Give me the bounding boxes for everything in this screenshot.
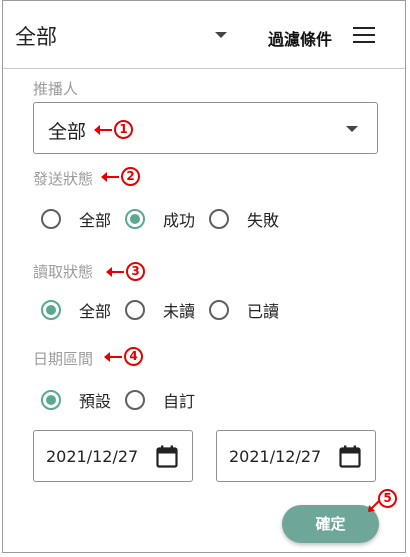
read-status-all-radio[interactable]: 全部	[41, 298, 111, 322]
start-date-value: 2021/12/27	[46, 447, 139, 466]
radio-checked-icon	[41, 300, 61, 320]
start-date-field[interactable]: 2021/12/27	[33, 430, 193, 482]
chevron-down-icon[interactable]	[215, 32, 227, 38]
arrow-left-icon	[101, 171, 119, 182]
radio-unchecked-icon	[209, 300, 230, 320]
marker-number: 2	[121, 167, 140, 186]
marker-number: 1	[114, 120, 133, 139]
end-date-value: 2021/12/27	[229, 447, 322, 466]
radio-label: 已讀	[247, 302, 280, 321]
radio-label: 預設	[79, 392, 112, 411]
date-range-custom-radio[interactable]: 自訂	[125, 388, 195, 412]
filter-panel: 全部 過濾條件 推播人 全部 1 發送狀態 2 全部 成功 失敗 讀取狀態 3 …	[2, 0, 406, 553]
arrow-left-icon	[106, 266, 124, 277]
pusher-label: 推播人	[33, 80, 79, 98]
arrow-left-icon	[104, 351, 122, 362]
calendar-icon[interactable]	[156, 445, 178, 468]
radio-label: 全部	[79, 302, 112, 321]
radio-label: 自訂	[163, 392, 196, 411]
radio-unchecked-icon	[125, 300, 146, 320]
menu-icon[interactable]	[353, 27, 375, 43]
radio-label: 未讀	[163, 302, 196, 321]
radio-unchecked-icon	[125, 390, 146, 410]
end-date-field[interactable]: 2021/12/27	[216, 430, 376, 482]
annotation-marker-1: 1	[94, 120, 133, 139]
marker-number: 3	[126, 262, 145, 281]
pusher-select-value: 全部	[48, 121, 87, 143]
radio-label: 失敗	[247, 211, 280, 230]
send-status-failed-radio[interactable]: 失敗	[209, 207, 279, 231]
radio-checked-icon	[41, 390, 61, 410]
date-range-default-radio[interactable]: 預設	[41, 388, 111, 412]
read-status-unread-radio[interactable]: 未讀	[125, 298, 195, 322]
annotation-marker-5: 5	[367, 489, 397, 515]
marker-number: 5	[378, 489, 397, 508]
annotation-marker-3: 3	[106, 262, 145, 281]
annotation-marker-4: 4	[104, 347, 143, 366]
read-status-options: 全部 未讀 已讀	[41, 299, 293, 321]
filter-title: 過濾條件	[268, 30, 333, 49]
chevron-down-icon	[346, 126, 358, 132]
send-status-options: 全部 成功 失敗	[41, 208, 293, 230]
arrow-left-icon	[94, 124, 112, 135]
radio-unchecked-icon	[41, 209, 61, 229]
pusher-select[interactable]: 全部	[33, 102, 378, 154]
calendar-icon[interactable]	[339, 445, 361, 468]
read-status-read-radio[interactable]: 已讀	[209, 298, 279, 322]
radio-label: 全部	[79, 211, 112, 230]
date-range-label: 日期區間	[33, 350, 94, 368]
annotation-marker-2: 2	[101, 167, 140, 186]
confirm-button[interactable]: 確定	[282, 505, 379, 543]
date-range-options: 預設 自訂	[41, 389, 209, 411]
radio-label: 成功	[163, 211, 196, 230]
read-status-label: 讀取狀態	[33, 263, 94, 281]
top-filter-select[interactable]: 全部	[15, 21, 57, 51]
send-status-success-radio[interactable]: 成功	[125, 207, 195, 231]
send-status-label: 發送狀態	[33, 170, 94, 188]
radio-unchecked-icon	[209, 209, 230, 229]
marker-number: 4	[124, 347, 143, 366]
radio-checked-icon	[125, 209, 146, 229]
top-bar: 全部 過濾條件	[3, 1, 405, 69]
send-status-all-radio[interactable]: 全部	[41, 207, 111, 231]
